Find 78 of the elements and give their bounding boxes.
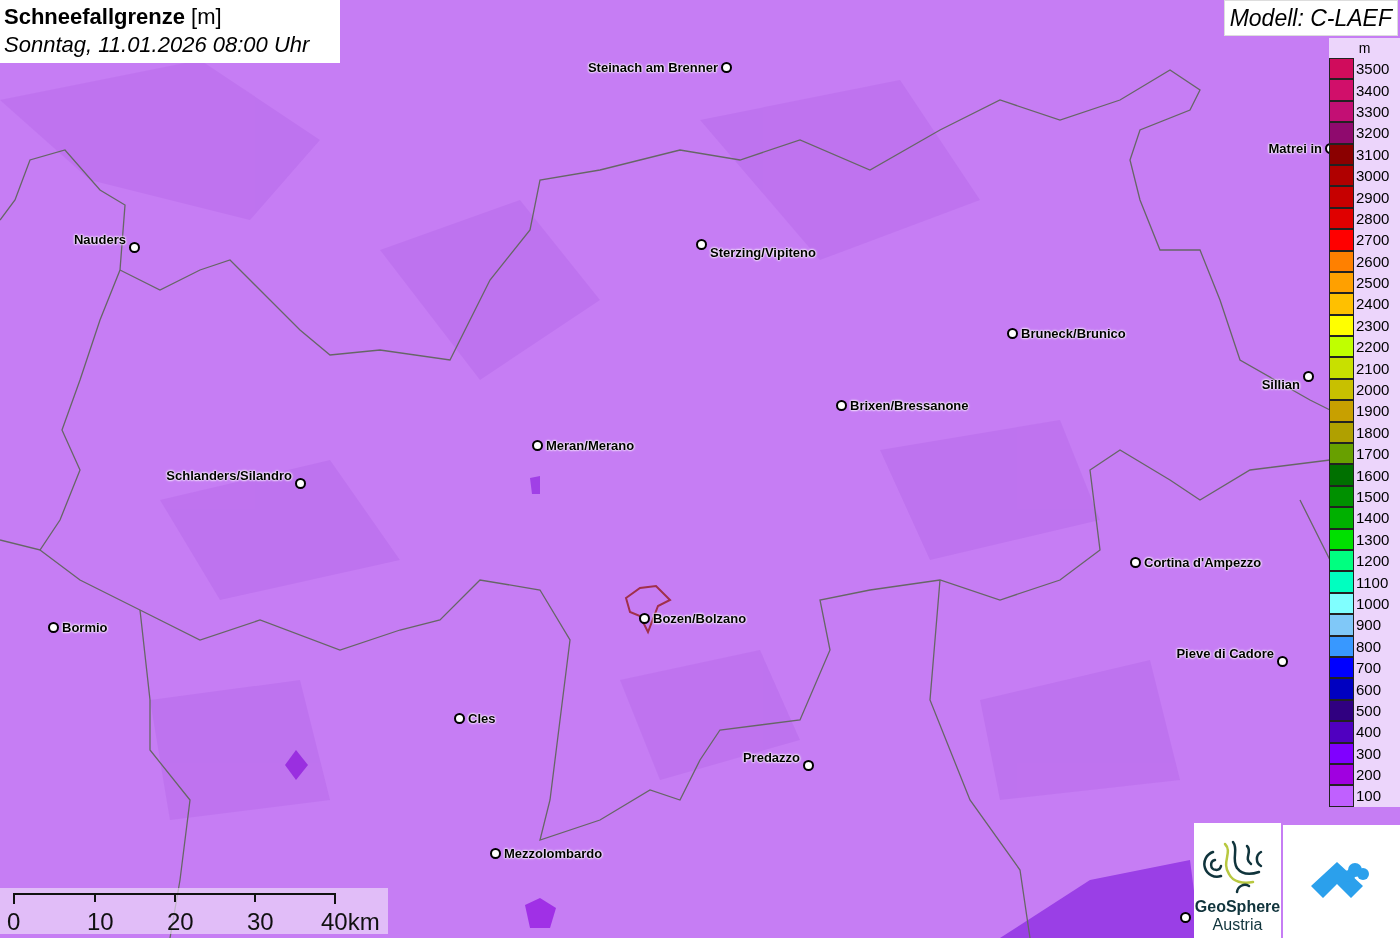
map-date: Sonntag, 11.01.2026 08:00 Uhr [4,31,311,59]
legend-label: 400 [1356,724,1382,740]
town-label: Schlanders/Silandro [166,468,292,483]
legend-label: 2400 [1356,296,1390,312]
scale-label: 30 [247,908,274,936]
scale-label: 10 [87,908,114,936]
scale-label: 0 [7,908,21,936]
legend-label: 600 [1356,681,1382,697]
legend-unit: m [1358,39,1371,58]
legend-label: 1300 [1356,531,1390,547]
legend-label: 1800 [1356,424,1390,440]
legend-label: 700 [1356,660,1382,676]
legend-label: 2300 [1356,317,1390,333]
town-label: Sillian [1261,377,1300,392]
town-label: Cortina d'Ampezzo [1144,555,1262,570]
legend-label: 1100 [1356,574,1389,590]
legend-label: 1900 [1356,403,1390,419]
scale-label: 40km [321,908,380,936]
legend-label: 2500 [1356,275,1390,291]
town-dot [1180,912,1191,923]
legend-label: 2700 [1356,232,1390,248]
legend-label: 300 [1356,745,1382,761]
town-label: Meran/Merano [546,438,635,453]
model-label: Modell: C-LAEF [1223,0,1398,36]
legend-label: 500 [1356,702,1382,718]
town-dot [1007,328,1018,339]
town-label: Brixen/Bressanone [850,398,969,413]
legend-label: 2000 [1356,382,1390,398]
town-dot [532,440,543,451]
town-dot [48,622,59,633]
legend-label: 2900 [1356,189,1390,205]
legend-label: 1400 [1356,510,1390,526]
town-dot [1277,656,1288,667]
town-label: Sterzing/Vipiteno [710,245,816,260]
town-label: Matrei in [1268,141,1322,156]
legend-label: 1000 [1356,595,1390,611]
legend-label: 2200 [1356,339,1390,355]
town-dot [1303,371,1314,382]
town-label: Cles [468,711,496,726]
town-label: Pieve di Cadore [1176,646,1274,661]
legend-label: 3100 [1356,146,1390,162]
town-label: Predazzo [742,750,800,765]
town-dot [1130,557,1141,568]
legend-label: 800 [1356,638,1382,654]
town-dot [129,242,140,253]
logo-text: Austria [1212,916,1263,934]
town-dot [696,239,707,250]
town-dot [295,478,306,489]
town-dot [639,613,650,624]
legend-label: 2600 [1356,253,1390,269]
town-label: Nauders [73,232,126,247]
legend-label: 1700 [1356,446,1390,462]
town-label: Mezzolombardo [504,846,603,861]
legend-label: 100 [1356,788,1382,804]
legend-label: 3400 [1356,82,1390,98]
town-label: Steinach am Brenner [587,60,718,75]
legend-label: 3300 [1356,103,1390,119]
town-dot [803,760,814,771]
town-dot [836,400,847,411]
legend-label: 2800 [1356,210,1390,226]
legend-label: 3000 [1356,168,1390,184]
logo-text: GeoSphere [1194,898,1281,916]
town-dot [454,713,465,724]
town-dot [721,62,732,73]
legend-label: 200 [1356,767,1382,783]
town-dot [490,848,501,859]
legend-label: 3500 [1356,61,1390,77]
legend-label: 900 [1356,617,1382,633]
legend-label: 2100 [1356,360,1390,376]
map-title: Schneefallgrenze [m] [4,3,223,31]
town-label: Bormio [62,620,108,635]
town-label: Bozen/Bolzano [653,611,747,626]
town-label: Bruneck/Brunico [1021,326,1126,341]
legend-label: 1500 [1356,489,1390,504]
legend-label: 1600 [1356,467,1390,483]
legend-label: 1200 [1356,553,1390,569]
legend-label: 3200 [1356,125,1390,141]
scale-label: 20 [167,908,194,936]
